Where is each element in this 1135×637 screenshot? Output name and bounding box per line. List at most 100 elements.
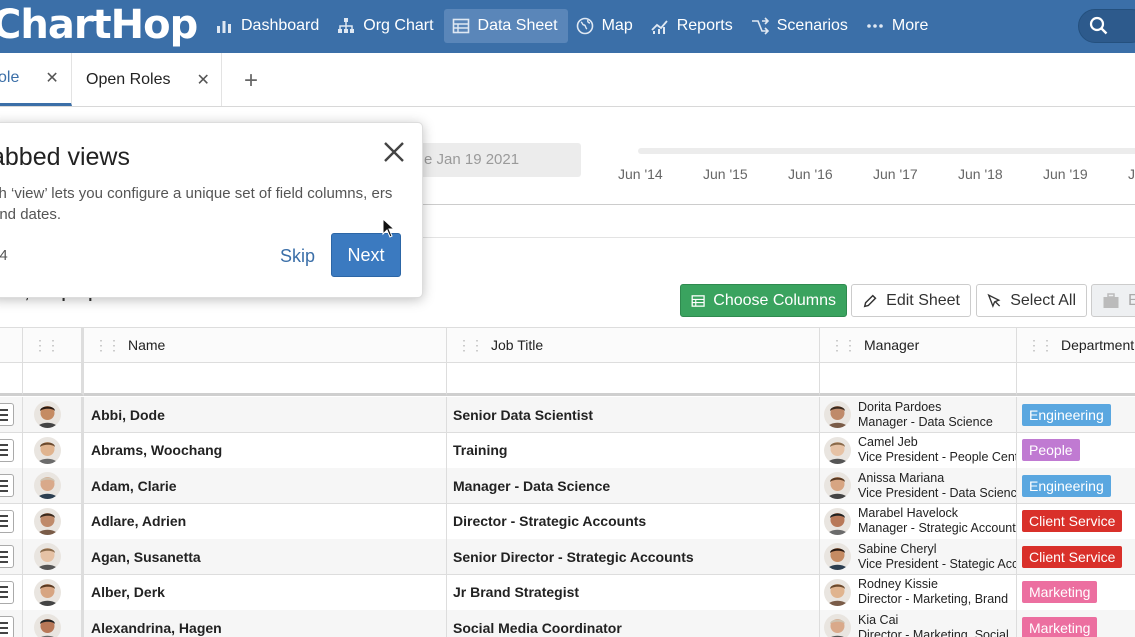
employee-name: Abbi, Dode — [91, 406, 165, 423]
table-row[interactable]: Adam, Clarie Manager - Data Science Anis… — [0, 468, 1135, 504]
avatar-cell — [23, 468, 84, 503]
nav-item-label: Dashboard — [241, 17, 320, 34]
manager-info: Kia Cai Director - Marketing, Social — [858, 613, 1009, 637]
nav-item-map[interactable]: Map — [568, 9, 643, 43]
next-button[interactable]: Next — [331, 233, 401, 277]
brand-logo[interactable]: ChartHop — [0, 2, 198, 48]
bulk-action-button[interactable]: E — [1091, 284, 1135, 317]
row-menu-icon[interactable] — [0, 580, 14, 604]
table-row[interactable]: Adlare, Adrien Director - Strategic Acco… — [0, 503, 1135, 539]
add-tab-icon[interactable]: + — [244, 67, 258, 95]
row-menu-icon[interactable] — [0, 474, 14, 497]
nav-item-more[interactable]: More — [858, 9, 938, 43]
tab-open-roles[interactable]: Open Roles ✕ — [72, 53, 222, 106]
name-cell[interactable]: Alexandrina, Hagen — [84, 610, 447, 637]
job-title-cell[interactable]: Social Media Coordinator — [447, 610, 820, 637]
name-cell[interactable]: Adlare, Adrien — [84, 503, 447, 539]
avatar[interactable] — [34, 578, 61, 606]
timeline-slider[interactable] — [638, 148, 1135, 154]
row-menu-icon[interactable] — [0, 616, 14, 637]
department-cell[interactable]: Client Service — [1017, 539, 1135, 574]
table-row[interactable]: Alexandrina, Hagen Social Media Coordina… — [0, 610, 1135, 637]
edit-sheet-button[interactable]: Edit Sheet — [851, 284, 971, 317]
name-cell[interactable]: Adam, Clarie — [84, 468, 447, 503]
drag-handle-icon[interactable]: ⋮⋮ — [94, 337, 121, 354]
close-icon[interactable] — [383, 141, 405, 163]
column-header-job-title[interactable]: ⋮⋮ Job Title — [447, 327, 820, 363]
filter-name-input[interactable] — [84, 363, 447, 396]
select-all-button[interactable]: Select All — [976, 284, 1087, 317]
job-title-cell[interactable]: Director - Strategic Accounts — [447, 503, 820, 539]
drag-handle-icon[interactable]: ⋮⋮ — [830, 337, 857, 354]
department-cell[interactable]: Engineering — [1017, 397, 1135, 432]
manager-cell[interactable]: Rodney Kissie Director - Marketing, Bran… — [820, 574, 1017, 610]
row-menu-icon[interactable] — [0, 509, 14, 533]
name-cell[interactable]: Agan, Susanetta — [84, 539, 447, 574]
skip-button[interactable]: Skip — [280, 246, 315, 267]
timeline-year: Jun '16 — [788, 166, 833, 182]
nav-item-org-chart[interactable]: Org Chart — [329, 9, 443, 43]
avatar[interactable] — [34, 614, 61, 637]
job-title-cell[interactable]: Jr Brand Strategist — [447, 574, 820, 610]
drag-handle-icon[interactable]: ⋮⋮ — [33, 337, 60, 354]
job-title-cell[interactable]: Senior Director - Strategic Accounts — [447, 539, 820, 574]
avatar[interactable] — [34, 507, 61, 535]
close-icon[interactable]: ✕ — [197, 70, 210, 90]
column-header-name[interactable]: ⋮⋮ Name — [84, 327, 447, 363]
tab-people[interactable]: ole ✕ — [0, 53, 72, 106]
row-menu-icon[interactable] — [0, 545, 14, 568]
avatar[interactable] — [34, 401, 61, 428]
filter-department-input[interactable] — [1017, 363, 1135, 396]
row-menu-icon[interactable] — [0, 438, 14, 462]
nav-item-label: More — [891, 17, 929, 34]
department-cell[interactable]: Marketing — [1017, 610, 1135, 637]
table-row[interactable]: Agan, Susanetta Senior Director - Strate… — [0, 539, 1135, 575]
department-cell[interactable]: Client Service — [1017, 503, 1135, 539]
avatar[interactable] — [34, 436, 61, 464]
manager-cell[interactable]: Sabine Cheryl Vice President - Stategic … — [820, 539, 1017, 574]
name-cell[interactable]: Abrams, Woochang — [84, 432, 447, 468]
nav-item-reports[interactable]: Reports — [643, 9, 743, 43]
filter-manager-input[interactable] — [820, 363, 1017, 396]
avatar[interactable] — [34, 472, 61, 499]
manager-cell[interactable]: Dorita Pardoes Manager - Data Science — [820, 397, 1017, 432]
drag-handle-icon[interactable]: ⋮⋮ — [457, 337, 484, 354]
close-icon[interactable]: ✕ — [45, 68, 58, 88]
column-header-manager[interactable]: ⋮⋮ Manager — [820, 327, 1017, 363]
name-cell[interactable]: Alber, Derk — [84, 574, 447, 610]
job-title-cell[interactable]: Senior Data Scientist — [447, 397, 820, 432]
job-title-cell[interactable]: Training — [447, 432, 820, 468]
job-title: Jr Brand Strategist — [453, 584, 580, 600]
name-cell[interactable]: Abbi, Dode — [84, 397, 447, 432]
table-row[interactable]: Abbi, Dode Senior Data Scientist Dorita … — [0, 397, 1135, 433]
department-cell[interactable]: People — [1017, 432, 1135, 468]
table-row[interactable]: Abrams, Woochang Training Camel Jeb Vice… — [0, 432, 1135, 468]
timeline-year: Jun '19 — [1043, 166, 1088, 182]
manager-cell[interactable]: Camel Jeb Vice President - People Centr — [820, 432, 1017, 468]
column-header-avatar[interactable]: ⋮⋮ — [23, 327, 84, 363]
manager-cell[interactable]: Anissa Mariana Vice President - Data Sci… — [820, 468, 1017, 503]
department-cell[interactable]: Marketing — [1017, 574, 1135, 610]
timeline-year: Jun '18 — [958, 166, 1003, 182]
column-header-label: Department — [1061, 337, 1135, 353]
avatar[interactable] — [34, 543, 61, 570]
manager-cell[interactable]: Kia Cai Director - Marketing, Social — [820, 610, 1017, 637]
manager-info: Marabel Havelock Manager - Strategic Acc… — [858, 506, 1016, 536]
choose-columns-button[interactable]: Choose Columns — [680, 284, 847, 317]
job-title-cell[interactable]: Manager - Data Science — [447, 468, 820, 503]
manager-cell[interactable]: Marabel Havelock Manager - Strategic Acc… — [820, 503, 1017, 539]
nav-item-scenarios[interactable]: Scenarios — [743, 9, 858, 43]
popover-title: abbed views — [0, 143, 130, 171]
columns-icon — [691, 294, 705, 307]
search-button[interactable] — [1078, 9, 1135, 43]
date-field[interactable]: e Jan 19 2021 — [400, 143, 581, 177]
manager-name: Rodney Kissie — [858, 577, 938, 591]
table-row[interactable]: Alber, Derk Jr Brand Strategist Rodney K… — [0, 574, 1135, 610]
row-menu-icon[interactable] — [0, 403, 14, 426]
nav-item-dashboard[interactable]: Dashboard — [207, 9, 329, 43]
drag-handle-icon[interactable]: ⋮⋮ — [1027, 337, 1054, 354]
nav-item-data-sheet[interactable]: Data Sheet — [443, 9, 568, 43]
department-cell[interactable]: Engineering — [1017, 468, 1135, 503]
column-header-department[interactable]: ⋮⋮ Department — [1017, 327, 1135, 363]
filter-job-title-input[interactable] — [447, 363, 820, 396]
